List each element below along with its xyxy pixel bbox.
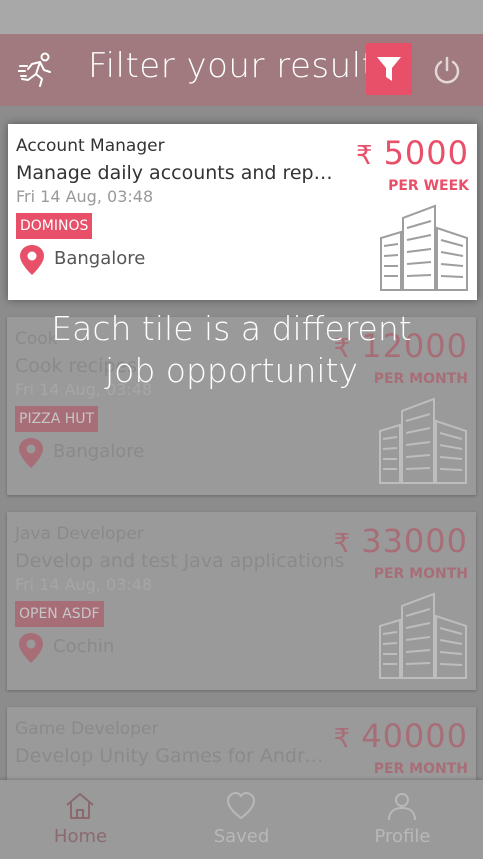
rupee-icon: ₹	[356, 141, 374, 171]
salary-amount: 33000	[361, 522, 468, 560]
building-icon	[379, 592, 467, 679]
salary-amount: 40000	[361, 717, 468, 755]
building-icon	[380, 204, 468, 291]
location-pin-icon	[19, 633, 43, 663]
status-bar	[0, 0, 483, 34]
overlay-line-1: Each tile is a different	[51, 309, 412, 348]
nav-home[interactable]: Home	[0, 780, 161, 859]
rupee-icon: ₹	[333, 724, 352, 754]
location-pin-icon	[20, 245, 44, 275]
tutorial-overlay-text: Each tile is a different job opportunity	[0, 308, 463, 392]
nav-profile[interactable]: Profile	[322, 780, 483, 859]
header: Filter your results	[0, 34, 483, 106]
company-badge: OPEN ASDF	[15, 601, 104, 627]
home-icon	[66, 793, 94, 819]
salary-amount: 5000	[383, 134, 469, 172]
job-description: Manage daily accounts and report	[16, 162, 336, 184]
building-icon	[379, 397, 467, 484]
job-title: Java Developer	[15, 524, 144, 544]
job-date: Fri 14 Aug, 03:48	[15, 575, 153, 594]
job-list[interactable]: Cook Cook recipes Fri 14 Aug, 03:48 PIZZ…	[0, 106, 483, 859]
salary: ₹5000	[356, 134, 469, 172]
profile-icon	[388, 793, 416, 821]
rupee-icon: ₹	[333, 529, 352, 559]
heart-icon	[226, 791, 256, 820]
job-card[interactable]: Java Developer Develop and test Java app…	[7, 512, 476, 690]
filter-button[interactable]	[366, 43, 412, 95]
company-badge: DOMINOS	[16, 213, 93, 239]
job-description: Develop and test Java applications	[15, 550, 345, 572]
salary-period: PER MONTH	[373, 761, 468, 777]
nav-home-label: Home	[53, 826, 108, 847]
nav-saved[interactable]: Saved	[161, 780, 322, 859]
overlay-line-2: job opportunity	[104, 351, 359, 390]
salary: ₹33000	[334, 522, 468, 560]
page-title: Filter your results	[88, 46, 394, 86]
job-title: Game Developer	[15, 719, 159, 739]
job-location: Bangalore	[53, 441, 145, 462]
job-title: Account Manager	[16, 136, 165, 156]
job-date: Fri 14 Aug, 03:48	[16, 187, 154, 206]
salary-period: PER WEEK	[388, 178, 469, 194]
nav-saved-label: Saved	[213, 826, 270, 847]
power-icon[interactable]	[432, 56, 462, 86]
bottom-nav: Home Saved Profile	[0, 780, 483, 859]
salary: ₹40000	[334, 717, 468, 755]
nav-profile-label: Profile	[374, 826, 431, 847]
job-location: Cochin	[53, 636, 115, 657]
job-description: Develop Unity Games for Androi...	[15, 745, 327, 767]
job-location: Bangalore	[54, 248, 146, 269]
job-card-highlighted[interactable]: Account Manager Manage daily accounts an…	[8, 124, 477, 300]
filter-icon	[377, 57, 401, 81]
runner-icon[interactable]	[18, 52, 58, 88]
company-badge: PIZZA HUT	[15, 406, 99, 432]
location-pin-icon	[19, 438, 43, 468]
salary-period: PER MONTH	[373, 566, 468, 582]
